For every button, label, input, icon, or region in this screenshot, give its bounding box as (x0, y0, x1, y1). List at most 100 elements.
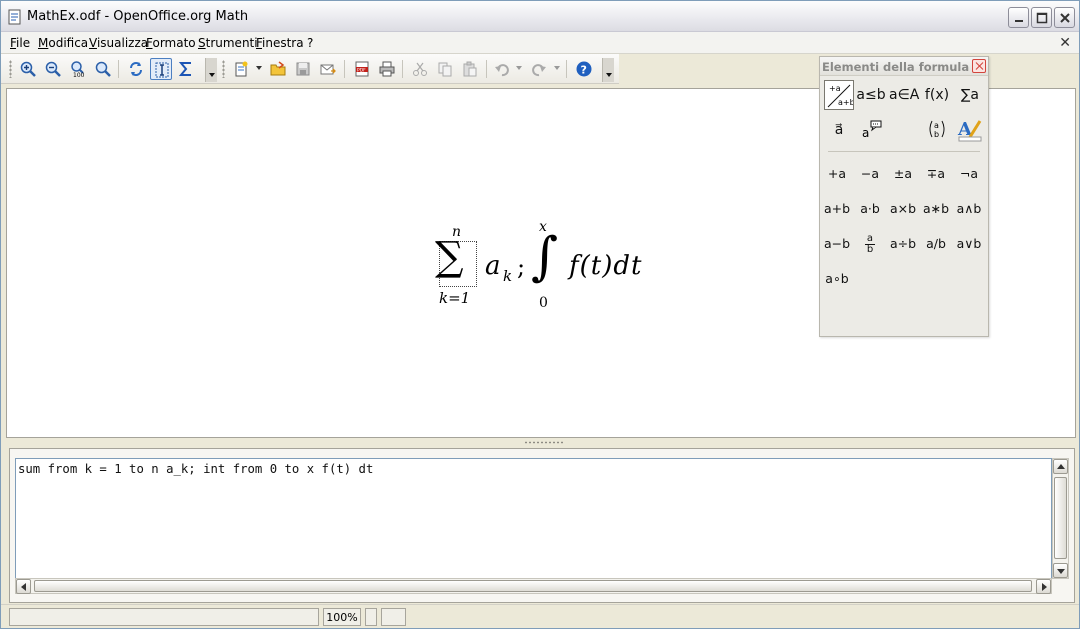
panel-title: Elementi della formula (822, 60, 970, 74)
others-icon: a (862, 120, 882, 140)
category-attributes[interactable]: a⃗ (824, 115, 854, 145)
redo-icon (532, 64, 546, 77)
category-others[interactable]: a (856, 115, 886, 145)
maximize-button[interactable] (1031, 7, 1052, 28)
op-plus-minus-a[interactable]: ±a (888, 163, 918, 185)
update-button[interactable] (125, 58, 147, 80)
op-minus-a[interactable]: −a (855, 163, 885, 185)
pane-splitter[interactable] (6, 439, 1076, 447)
toolbar-grip-2[interactable] (222, 60, 225, 78)
op-a-minus-b[interactable]: a−b (822, 233, 852, 255)
minimize-button[interactable] (1008, 7, 1029, 28)
save-button[interactable] (292, 58, 314, 80)
open-folder-icon (270, 61, 286, 76)
menu-file[interactable]: File (10, 36, 30, 50)
panel-title-bar[interactable]: Elementi della formula (820, 57, 988, 76)
redo-button[interactable] (528, 58, 550, 80)
sum-symbol: ∑ (435, 234, 464, 280)
email-button[interactable] (317, 58, 339, 80)
status-zoom[interactable]: 100% (323, 608, 361, 626)
scroll-left-button[interactable] (16, 579, 31, 594)
symbols-button[interactable] (175, 58, 197, 80)
op-a-ast-b[interactable]: a∗b (921, 198, 951, 220)
zoom-out-icon (45, 61, 61, 77)
standard-toolbar: 100 PDF ? (1, 54, 619, 84)
op-a-cdot-b[interactable]: a·b (855, 198, 885, 220)
close-document-icon[interactable]: ✕ (1059, 34, 1071, 51)
toolbar-grip[interactable] (9, 60, 12, 78)
zoom-100-button[interactable]: 100 (67, 58, 89, 80)
cut-button[interactable] (409, 58, 431, 80)
status-bar: 100% (1, 604, 1079, 628)
print-button[interactable] (376, 58, 398, 80)
menu-visualizza[interactable]: Visualizza (89, 36, 148, 50)
op-a-circ-b[interactable]: a∘b (822, 268, 852, 290)
help-button[interactable]: ? (573, 58, 595, 80)
menu-modifica[interactable]: Modifica (38, 36, 88, 50)
op-a-div-b[interactable]: a÷b (888, 233, 918, 255)
category-relations[interactable]: a≤b (856, 80, 886, 110)
op-not-a[interactable]: ¬a (954, 163, 984, 185)
formula-separator: ; (517, 253, 526, 281)
category-operators[interactable]: ∑a (955, 80, 985, 110)
close-window-button[interactable] (1054, 7, 1075, 28)
formula-cursor-button[interactable] (150, 58, 172, 80)
menu-formato[interactable]: Formato (146, 36, 196, 50)
menu-strumenti[interactable]: Strumenti (198, 36, 258, 50)
category-formats[interactable]: A (955, 115, 985, 145)
copy-button[interactable] (434, 58, 456, 80)
horizontal-scrollbar[interactable] (15, 578, 1052, 594)
category-brackets[interactable]: a b (922, 115, 952, 145)
op-a-and-b[interactable]: a∧b (954, 198, 984, 220)
vertical-scroll-thumb[interactable] (1054, 477, 1067, 559)
new-button[interactable] (230, 58, 252, 80)
formula-elements-panel: Elementi della formula +a a+b a≤b a∈A f(… (819, 56, 989, 337)
op-a-slash-b[interactable]: a/b (921, 233, 951, 255)
brackets-icon: a b (929, 120, 945, 139)
horizontal-scroll-thumb[interactable] (34, 580, 1032, 592)
new-document-icon (235, 61, 248, 77)
toolbar-overflow-button-2[interactable] (602, 58, 614, 82)
scroll-right-button[interactable] (1036, 579, 1051, 594)
arrow-up-icon (1057, 464, 1065, 469)
minimize-icon (1015, 20, 1023, 22)
svg-text:a: a (934, 121, 939, 130)
category-set-operations[interactable]: a∈A (889, 80, 919, 110)
op-a-plus-b[interactable]: a+b (822, 198, 852, 220)
command-editor[interactable]: sum from k = 1 to n a_k; int from 0 to x… (15, 458, 1052, 579)
arrow-left-icon (21, 583, 26, 591)
scroll-down-button[interactable] (1053, 563, 1068, 578)
toolbar-overflow-button[interactable] (205, 58, 217, 82)
fraction-numerator: a (866, 233, 874, 244)
category-unary-binary[interactable]: +a a+b (824, 80, 855, 110)
status-modified (365, 608, 377, 626)
open-button[interactable] (267, 58, 289, 80)
panel-separator (828, 151, 980, 152)
term-symbol: a (485, 251, 501, 281)
arrow-right-icon (1042, 583, 1047, 591)
zoom-out-button[interactable] (42, 58, 64, 80)
op-a-times-b[interactable]: a×b (888, 198, 918, 220)
category-functions[interactable]: f(x) (922, 80, 952, 110)
undo-icon (495, 64, 509, 77)
new-dropdown-icon[interactable] (256, 66, 262, 70)
redo-dropdown-icon[interactable] (554, 66, 560, 70)
splitter-grip-icon[interactable] (524, 441, 564, 444)
vertical-scrollbar[interactable] (1052, 458, 1069, 579)
scroll-up-button[interactable] (1053, 459, 1068, 474)
menu-help[interactable]: ? (307, 36, 313, 50)
export-pdf-button[interactable]: PDF (351, 58, 373, 80)
zoom-page-button[interactable] (92, 58, 114, 80)
op-fraction[interactable]: a b (855, 233, 885, 255)
menu-finestra[interactable]: Finestra (256, 36, 304, 50)
command-text[interactable]: sum from k = 1 to n a_k; int from 0 to x… (18, 462, 373, 476)
panel-close-icon[interactable] (972, 59, 986, 73)
op-a-or-b[interactable]: a∨b (954, 233, 984, 255)
op-minus-plus-a[interactable]: ∓a (921, 163, 951, 185)
paste-button[interactable] (459, 58, 481, 80)
undo-button[interactable] (491, 58, 513, 80)
zoom-in-button[interactable] (17, 58, 39, 80)
svg-text:a+b: a+b (838, 98, 853, 107)
undo-dropdown-icon[interactable] (516, 66, 522, 70)
op-plus-a[interactable]: +a (822, 163, 852, 185)
